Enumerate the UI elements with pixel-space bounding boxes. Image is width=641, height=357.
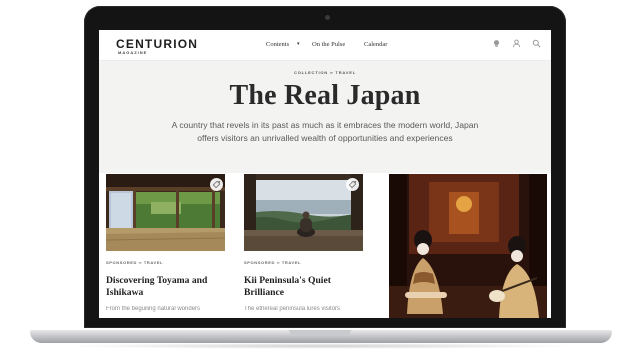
breadcrumb[interactable]: COLLECTION ∞ TRAVEL bbox=[99, 70, 551, 75]
chevron-down-icon[interactable]: ▾ bbox=[297, 41, 300, 47]
tag-icon bbox=[348, 180, 357, 189]
nav-contents[interactable]: Contents bbox=[266, 41, 289, 48]
laptop-notch bbox=[289, 330, 351, 335]
search-icon[interactable] bbox=[532, 39, 541, 48]
site-logo[interactable]: CENTURION bbox=[116, 37, 198, 51]
nav-calendar[interactable]: Calendar bbox=[364, 41, 387, 48]
card-tag[interactable]: SPONSORED ∞ TRAVEL bbox=[106, 260, 163, 265]
site-logo-subtitle: MAGAZINE bbox=[118, 50, 148, 55]
card-tag[interactable]: SPONSORED ∞ TRAVEL bbox=[244, 260, 301, 265]
tag-icon bbox=[212, 180, 221, 189]
user-icon[interactable] bbox=[512, 39, 521, 48]
hero-banner bbox=[99, 61, 551, 173]
card-excerpt: From the beguiling natural wonders bbox=[106, 306, 201, 312]
card-title[interactable]: Discovering Toyama and Ishikawa bbox=[106, 275, 231, 299]
nav-on-the-pulse[interactable]: On the Pulse bbox=[312, 41, 345, 48]
bookmark-button[interactable] bbox=[210, 178, 223, 191]
page-description: A country that revels in its past as muc… bbox=[171, 120, 479, 143]
laptop-screen: CENTURION MAGAZINE Contents ▾ On the Pul… bbox=[99, 30, 551, 318]
card-title[interactable]: Kii Peninsula's Quiet Brilliance bbox=[244, 275, 369, 299]
laptop-shadow bbox=[60, 343, 582, 349]
webcam bbox=[325, 15, 330, 20]
feature-image-geisha[interactable] bbox=[389, 174, 547, 318]
site-header: CENTURION MAGAZINE Contents ▾ On the Pul… bbox=[99, 30, 551, 61]
bookmark-button[interactable] bbox=[346, 178, 359, 191]
card-image-toyama[interactable] bbox=[106, 174, 225, 251]
card-excerpt: The ethereal peninsula lures visitors bbox=[244, 306, 341, 312]
lightbulb-icon[interactable] bbox=[492, 39, 501, 48]
page-title: The Real Japan bbox=[229, 80, 421, 111]
